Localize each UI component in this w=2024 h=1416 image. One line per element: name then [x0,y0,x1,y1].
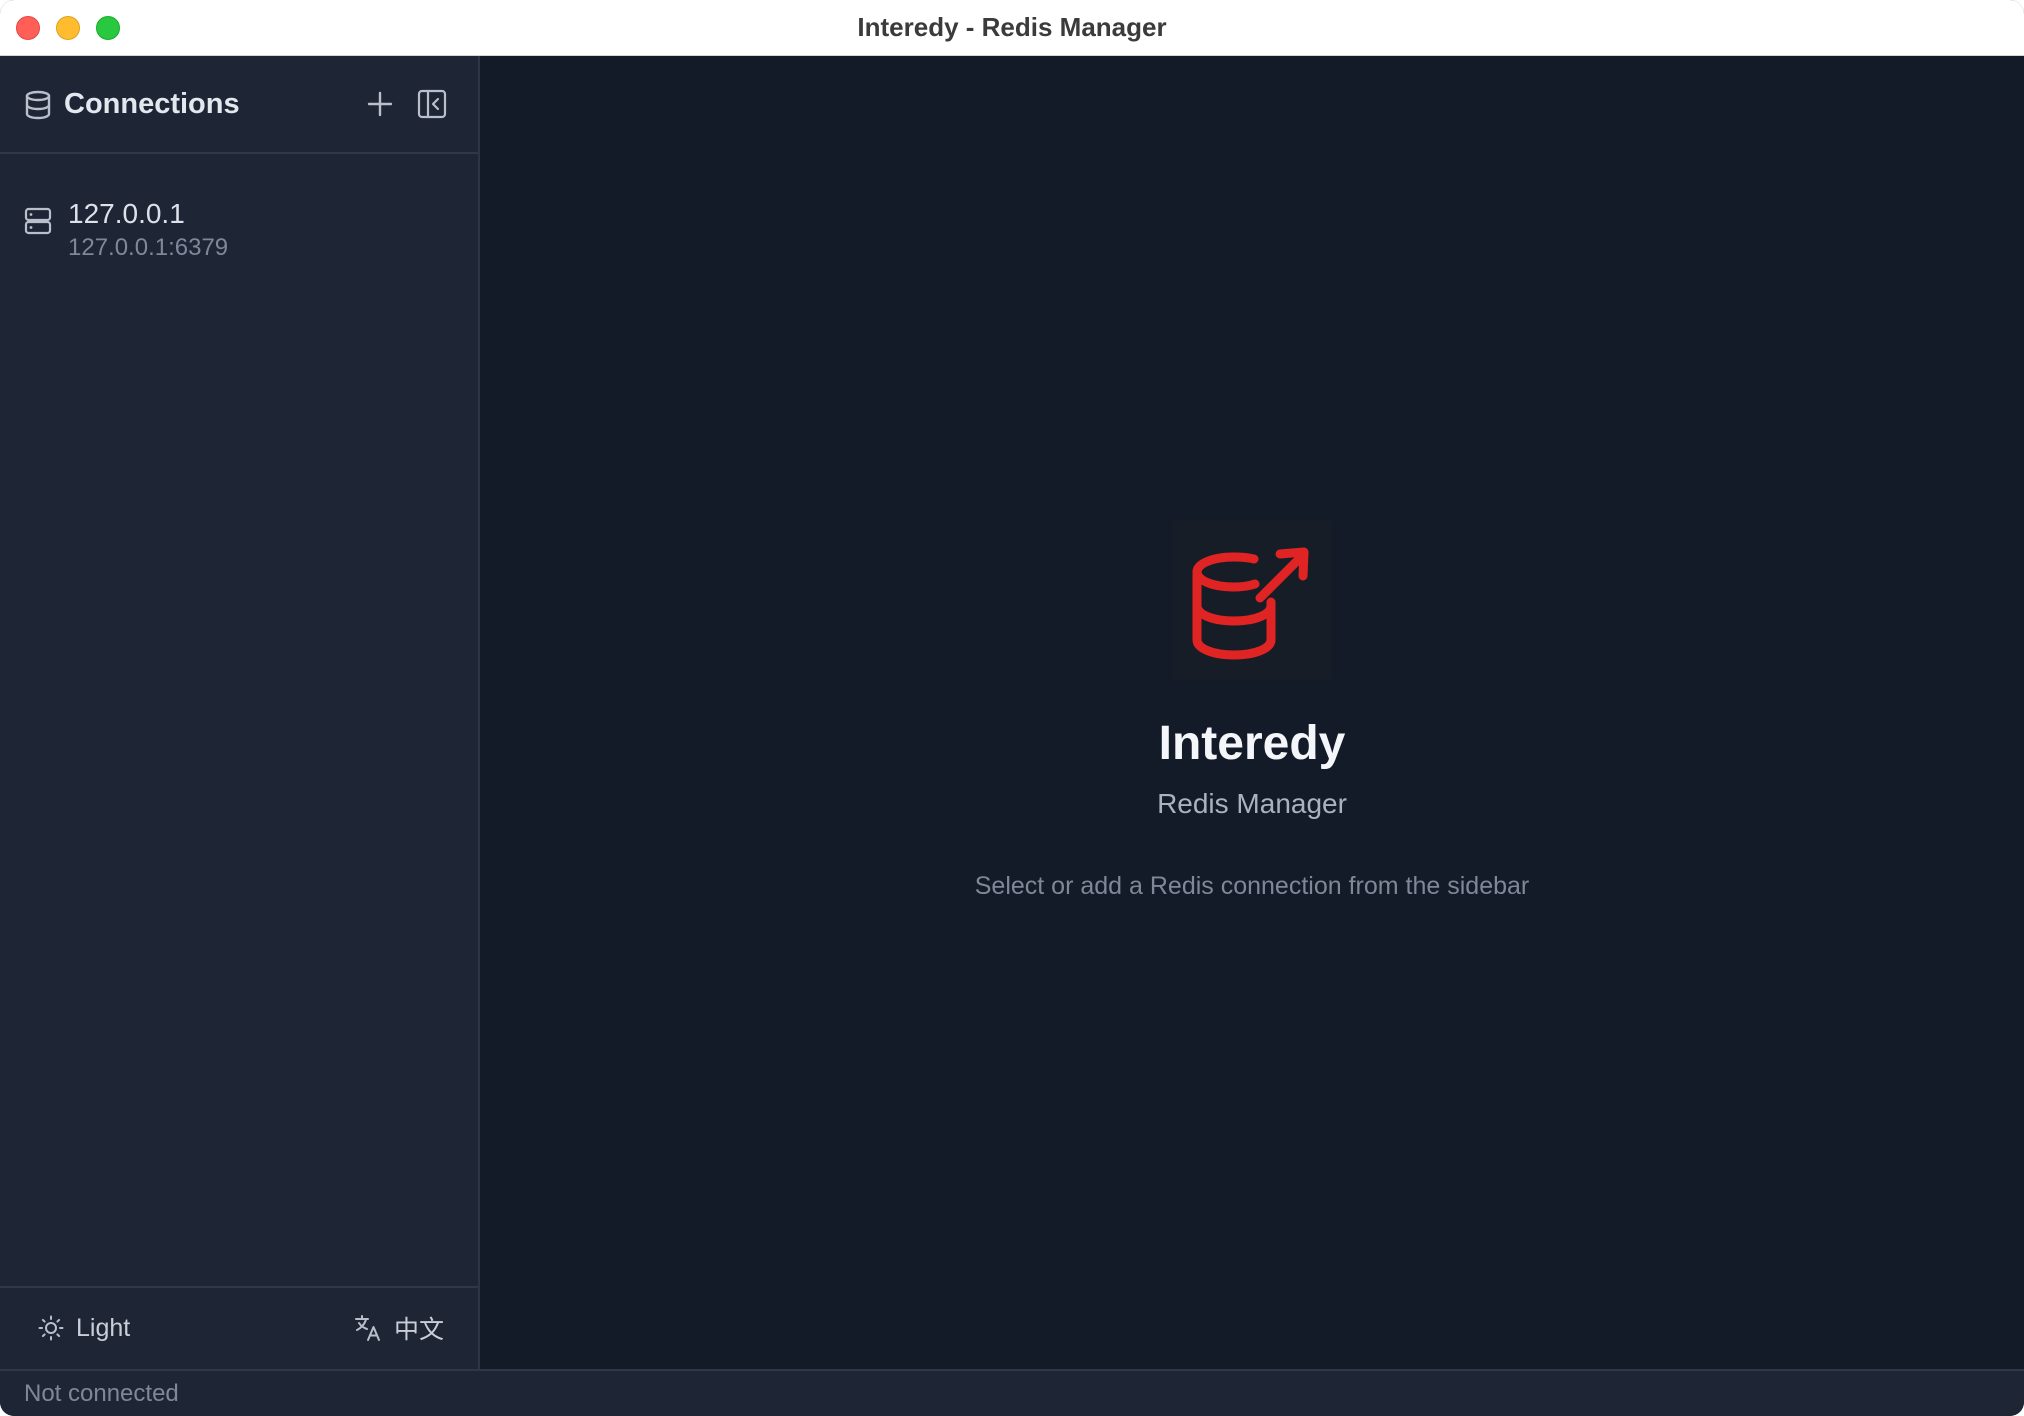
translate-icon [355,1315,380,1341]
sun-icon [38,1315,64,1341]
main-content: Interedy Redis Manager Select or add a R… [480,56,2024,1369]
sidebar: Connections 127.0.0.1 127.0.0.1:6379 Lig… [0,56,480,1369]
sidebar-collapse-icon [417,89,447,119]
theme-label: Light [76,1313,131,1342]
collapse-sidebar-button[interactable] [412,84,452,124]
connection-item[interactable]: 127.0.0.1 127.0.0.1:6379 [0,176,478,272]
window-title: Interedy - Redis Manager [857,12,1167,42]
status-bar: Not connected [0,1369,2024,1416]
theme-toggle-button[interactable]: Light [38,1308,130,1348]
title-bar: Interedy - Redis Manager [0,0,2024,56]
server-icon [24,207,52,235]
plus-icon [367,91,393,117]
add-connection-button[interactable] [360,84,400,124]
app-name: Interedy [1158,717,1346,770]
connection-name: 127.0.0.1 [68,198,185,229]
connection-address: 127.0.0.1:6379 [68,234,229,261]
empty-state-hint: Select or add a Redis connection from th… [974,872,1530,900]
language-toggle-button[interactable]: 中文 [354,1308,444,1348]
app-subtitle: Redis Manager [1157,788,1347,819]
database-icon [25,90,51,120]
sidebar-header: Connections [0,56,478,154]
connection-status: Not connected [24,1380,179,1407]
redis-database-arrow-logo [1192,547,1309,660]
sidebar-footer: Light 中文 [0,1286,478,1369]
sidebar-title: Connections [64,88,240,120]
app-window: Interedy - Redis Manager Connections 127… [0,0,2024,1416]
app-logo [1172,520,1332,680]
language-label: 中文 [394,1316,445,1344]
